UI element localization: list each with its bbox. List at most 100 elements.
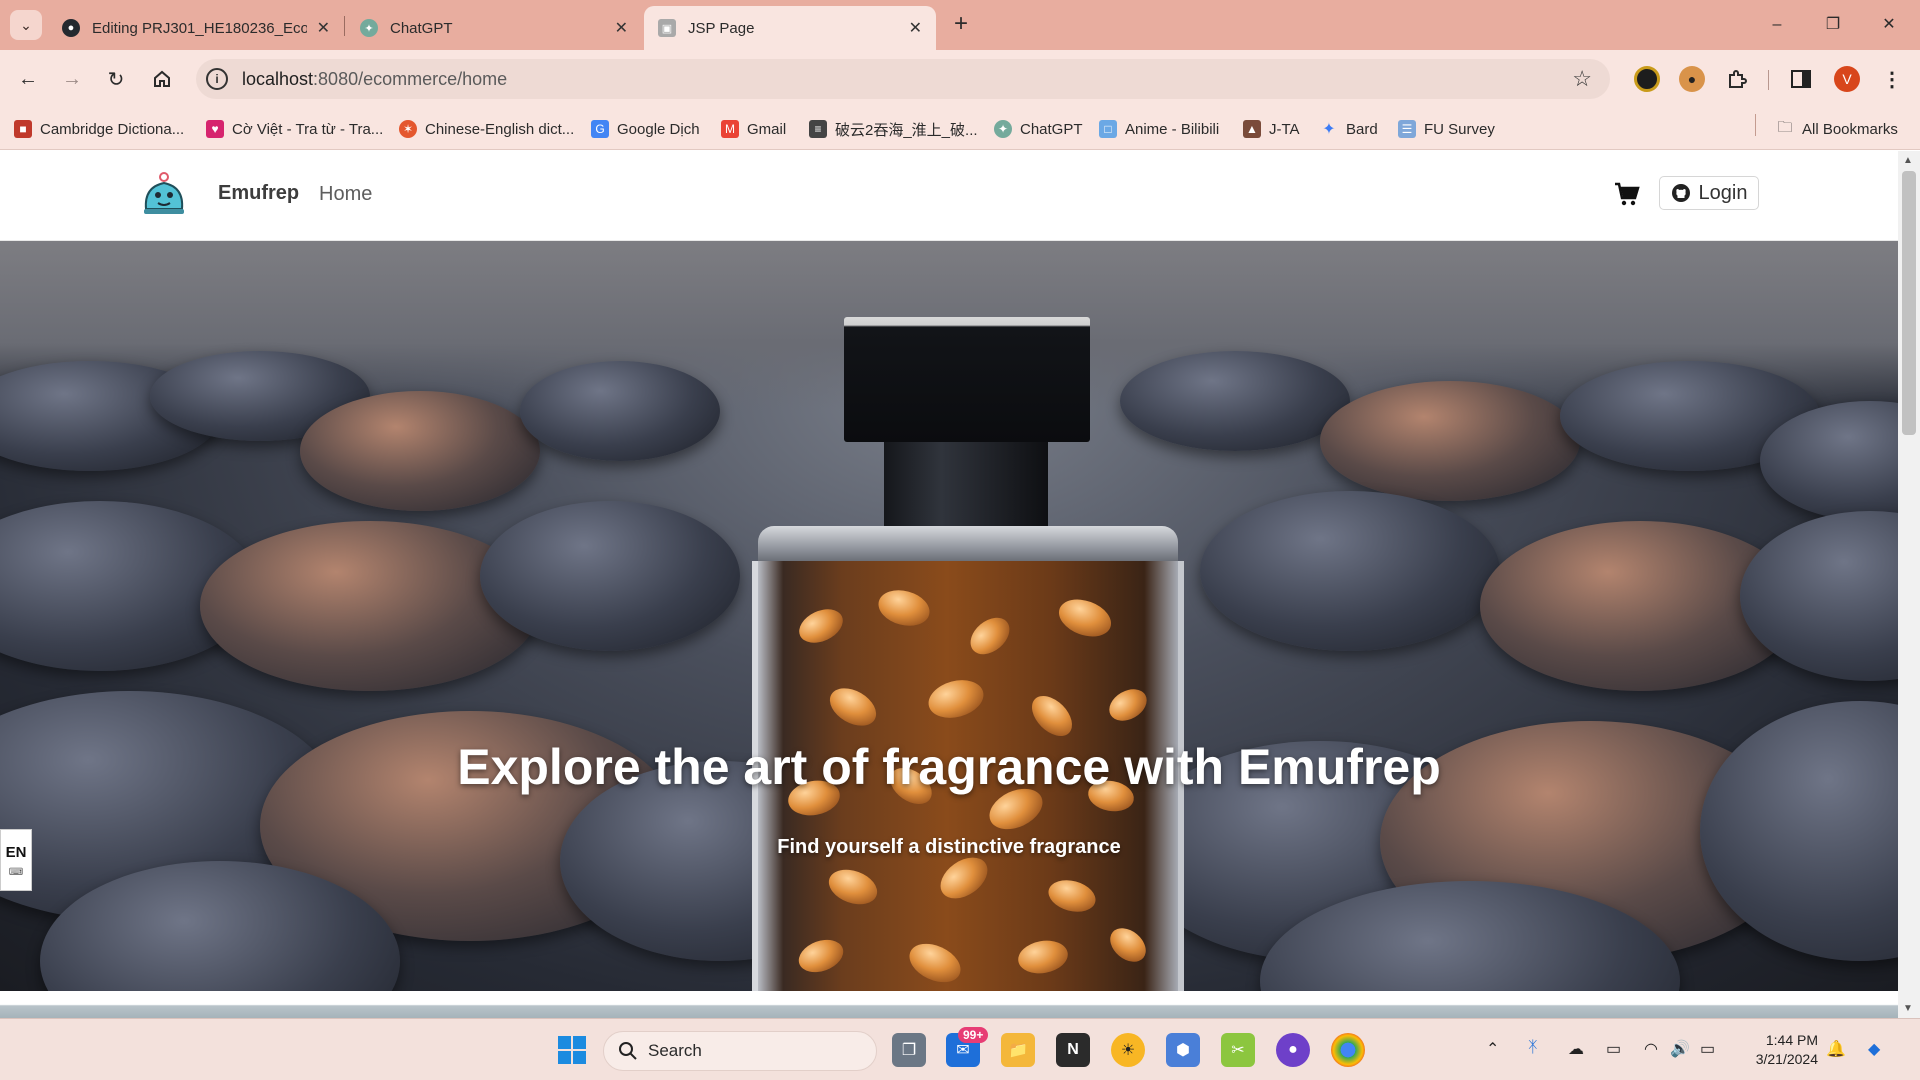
bookmark-item[interactable]: □ Anime - Bilibili [1099, 118, 1219, 140]
rock [1120, 351, 1350, 451]
bean [823, 680, 883, 734]
task-view-icon[interactable]: ❐ [892, 1033, 926, 1067]
notion-icon[interactable]: N [1056, 1033, 1090, 1067]
bookmark-star-icon[interactable]: ☆ [1572, 66, 1592, 92]
reload-button[interactable]: ↻ [100, 63, 132, 95]
weather-icon[interactable]: ☀ [1111, 1033, 1145, 1067]
file-explorer-icon[interactable]: 📁 [1001, 1033, 1035, 1067]
page-below-hero [0, 991, 1898, 1018]
chrome-icon[interactable] [1331, 1033, 1365, 1067]
nav-home-link[interactable]: Home [319, 183, 372, 206]
all-bookmarks-button[interactable]: 🗀 All Bookmarks [1776, 118, 1897, 140]
tab-jsp-page[interactable]: ▣ JSP Page ✕ [644, 6, 936, 50]
browser-toolbar: ← → ↻ i localhost:8080/ecommerce/home ☆ … [0, 50, 1920, 108]
notification-bell-icon[interactable]: 🔔 [1826, 1039, 1846, 1059]
bean [1103, 921, 1153, 969]
menu-kebab-icon[interactable]: ⋮ [1879, 66, 1905, 92]
rock [1320, 381, 1580, 501]
volume-icon[interactable]: 🔊 [1670, 1039, 1690, 1059]
scroll-up-icon[interactable]: ▲ [1903, 155, 1913, 166]
display-icon[interactable]: ▭ [1606, 1039, 1621, 1059]
taskbar-search[interactable]: Search [603, 1031, 877, 1071]
tab-chatgpt[interactable]: ✦ ChatGPT ✕ [346, 6, 642, 50]
onedrive-icon[interactable]: ☁ [1568, 1039, 1584, 1059]
arrow-right-icon: → [62, 67, 82, 90]
forward-button[interactable]: → [56, 63, 88, 95]
jta-icon: ▲ [1243, 120, 1261, 138]
bookmark-item[interactable]: ♥ Cờ Việt - Tra từ - Tra... [206, 118, 383, 140]
tab-search-button[interactable]: ⌄ [10, 10, 42, 40]
bookmark-item[interactable]: ☰ FU Survey [1398, 118, 1495, 140]
book-icon: ≡ [809, 120, 827, 138]
hero-title: Explore the art of fragrance with Emufre… [457, 739, 1441, 795]
bookmarks-bar: ■ Cambridge Dictiona... ♥ Cờ Việt - Tra … [0, 108, 1920, 150]
new-tab-button[interactable]: + [946, 10, 976, 40]
restore-button[interactable]: ❐ [1808, 8, 1858, 42]
language-switcher[interactable]: EN ⌨ [0, 829, 32, 891]
site-info-icon[interactable]: i [206, 68, 228, 90]
windows-start-icon[interactable] [555, 1033, 589, 1067]
close-icon[interactable]: ✕ [615, 18, 628, 38]
github-icon: ● [62, 19, 80, 37]
bluetooth-icon[interactable]: ᛡ [1528, 1039, 1538, 1057]
copilot-icon[interactable]: ◆ [1868, 1039, 1880, 1059]
extension-dark-icon[interactable] [1634, 66, 1660, 92]
bookmark-label: 破云2吞海_淮上_破... [835, 121, 978, 139]
github-icon [1671, 184, 1690, 202]
perfume-bottle-cap [844, 317, 1090, 442]
arrow-left-icon: ← [18, 67, 38, 90]
brand-logo[interactable] [140, 169, 188, 217]
bookmark-label: ChatGPT [1020, 120, 1083, 138]
scroll-down-icon[interactable]: ▼ [1903, 1003, 1913, 1014]
close-icon[interactable]: ✕ [317, 18, 330, 38]
bookmark-item[interactable]: ✦ Bard [1320, 118, 1377, 140]
wifi-icon[interactable]: ◠ [1644, 1039, 1658, 1059]
bookmark-item[interactable]: G Google Dịch [591, 118, 700, 140]
tab-github-editing[interactable]: ● Editing PRJ301_HE180236_Ecom ✕ [48, 6, 344, 50]
system-clock[interactable]: 1:44 PM 3/21/2024 [1738, 1031, 1818, 1069]
bean [1015, 936, 1071, 978]
url-text: localhost:8080/ecommerce/home [242, 69, 507, 90]
hero-subtitle: Find yourself a distinctive fragrance [777, 836, 1121, 858]
login-button[interactable]: Login [1659, 176, 1759, 210]
bilibili-icon: □ [1099, 120, 1117, 138]
back-button[interactable]: ← [12, 63, 44, 95]
app-hex-icon[interactable]: ⬢ [1166, 1033, 1200, 1067]
brand-name[interactable]: Emufrep [218, 182, 299, 205]
bookmarks-divider [1755, 114, 1756, 136]
bookmark-label: J-TA [1269, 120, 1300, 138]
snipping-tool-icon[interactable]: ✂ [1221, 1033, 1255, 1067]
reload-icon: ↻ [107, 68, 125, 91]
bookmark-item[interactable]: M Gmail [721, 118, 786, 140]
tab-title: JSP Page [688, 19, 755, 37]
bookmark-item[interactable]: ✶ Chinese-English dict... [399, 118, 574, 140]
cart-icon[interactable] [1614, 181, 1640, 207]
profile-avatar[interactable]: V [1834, 66, 1860, 92]
close-icon[interactable]: ✕ [909, 18, 922, 38]
battery-icon[interactable]: ▭ [1700, 1039, 1715, 1059]
home-button[interactable] [146, 63, 178, 95]
bean [1044, 875, 1100, 917]
rock [300, 391, 540, 511]
chevron-up-icon[interactable]: ⌃ [1486, 1039, 1499, 1059]
bookmark-label: Chinese-English dict... [425, 120, 575, 138]
bean [1103, 682, 1153, 728]
page-scrollbar[interactable]: ▲ ▼ [1898, 151, 1920, 1018]
side-panel-icon[interactable] [1788, 66, 1814, 92]
rock [480, 501, 740, 651]
profile-initial: V [1842, 71, 1852, 87]
bookmark-item[interactable]: ≡ 破云2吞海_淮上_破... [809, 118, 978, 140]
address-bar[interactable]: i localhost:8080/ecommerce/home ☆ [196, 59, 1610, 99]
github-desktop-icon[interactable]: ● [1276, 1033, 1310, 1067]
close-window-button[interactable]: ✕ [1864, 8, 1914, 42]
bookmark-item[interactable]: ▲ J-TA [1243, 118, 1300, 140]
scroll-thumb[interactable] [1902, 171, 1916, 435]
clock-time: 1:44 PM [1765, 1032, 1818, 1048]
bookmark-label: Cambridge Dictiona... [40, 120, 185, 138]
bookmark-item[interactable]: ■ Cambridge Dictiona... [14, 118, 184, 140]
cookie-icon[interactable]: ● [1679, 66, 1705, 92]
bookmark-item[interactable]: ✦ ChatGPT [994, 118, 1083, 140]
extensions-puzzle-icon[interactable] [1724, 66, 1750, 92]
minimize-button[interactable]: – [1752, 8, 1802, 42]
login-label: Login [1698, 181, 1748, 204]
